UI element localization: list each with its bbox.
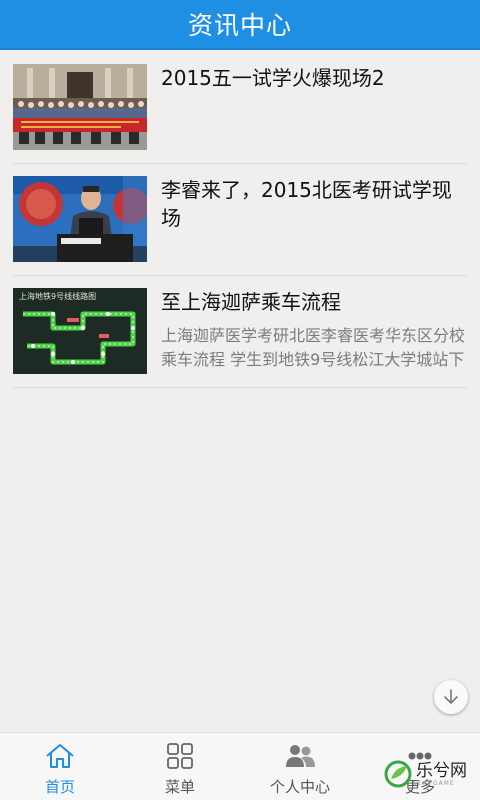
map-caption: 上海地铁9号线线路图 <box>19 291 96 301</box>
watermark-logo: 乐兮网 LEXI GAME <box>383 752 477 796</box>
grid-icon <box>167 743 193 769</box>
watermark-subtext: LEXI GAME <box>413 779 455 787</box>
list-item[interactable]: 上海地铁9号线线路图 至上海迦萨乘车流程 上海迦萨医学考研北医李睿医考华东区分校… <box>13 276 467 388</box>
app-header: 资讯中心 <box>0 0 480 50</box>
scroll-down-button[interactable] <box>434 680 468 714</box>
article-title: 至上海迦萨乘车流程 <box>161 290 341 314</box>
page-title: 资讯中心 <box>187 11 292 40</box>
list-item[interactable]: 2015五一试学火爆现场2 <box>13 52 467 164</box>
home-icon <box>46 744 74 768</box>
tab-label: 菜单 <box>164 778 195 796</box>
tab-menu[interactable]: 菜单 <box>120 733 240 800</box>
tab-home[interactable]: 首页 <box>0 733 120 800</box>
tab-profile[interactable]: 个人中心 <box>240 733 360 800</box>
leaf-logo-icon <box>384 760 412 788</box>
article-thumbnail <box>13 64 147 150</box>
article-list: 2015五一试学火爆现场2 李睿来了，2015北医考研试学现场 上海地铁9号线线… <box>13 52 467 388</box>
article-summary: 上海迦萨医学考研北医李睿医考华东区分校乘车流程 学生到地铁9号线松江大学城站下 <box>161 326 466 369</box>
tab-label: 首页 <box>44 778 75 796</box>
arrow-down-icon <box>444 689 458 704</box>
people-icon <box>286 745 315 767</box>
watermark-text: 乐兮网 <box>416 760 467 781</box>
article-title: 2015五一试学火爆现场2 <box>161 66 385 90</box>
article-thumbnail: 上海地铁9号线线路图 <box>13 288 147 374</box>
tab-label: 个人中心 <box>269 778 330 796</box>
article-thumbnail <box>13 176 147 262</box>
article-title: 李睿来了，2015北医考研试学现场 <box>161 178 452 230</box>
list-item[interactable]: 李睿来了，2015北医考研试学现场 <box>13 164 467 276</box>
